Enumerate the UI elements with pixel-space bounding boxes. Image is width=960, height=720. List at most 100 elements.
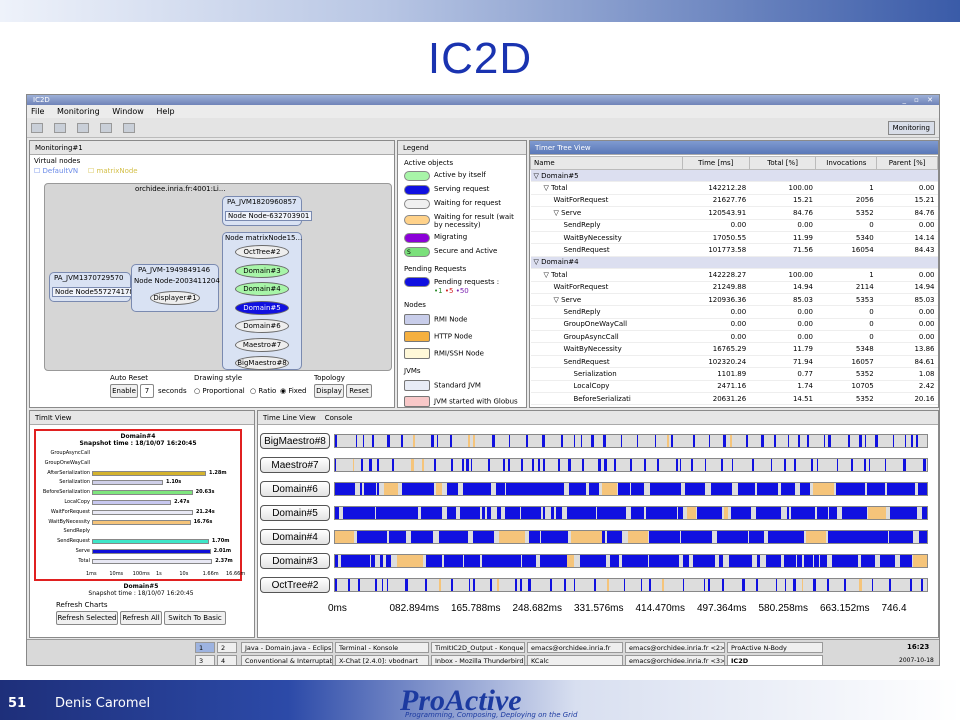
tree-toggle-icon[interactable]: ▽ [534,258,542,266]
timit-bar[interactable] [92,558,213,564]
active-object-domain-5[interactable]: Domain#5 [235,300,289,315]
toolbar-button[interactable] [100,123,113,133]
vn-defaultvn[interactable]: ☐ DefaultVN [34,167,78,175]
taskbar-item[interactable]: X-Chat [2.4.0]: vbodnart [335,655,429,665]
timit-bar[interactable] [92,490,193,496]
toolbar-button[interactable] [54,123,67,133]
timeline-track[interactable] [334,530,928,544]
vn-matrixnode[interactable]: ☐ matrixNode [88,167,138,175]
menu-monitoring[interactable]: Monitoring [57,107,100,116]
timeline-row-label[interactable]: OctTree#2 [260,577,330,593]
timeline-track[interactable] [334,458,928,472]
host-box[interactable]: orchidee.inria.fr:4001:Li... PA_JVM18209… [44,183,392,371]
table-row[interactable]: GroupAsyncCall 0.00 0.00 0 0.00 [530,330,938,344]
tab-timit[interactable]: TimIt View [30,411,254,425]
timeline-track[interactable] [334,434,928,448]
menu-window[interactable]: Window [112,107,144,116]
timit-bar[interactable] [92,480,163,486]
tree-toggle-icon[interactable]: ▽ [544,271,552,279]
timit-bar[interactable] [92,539,209,545]
desktop-3[interactable]: 3 [195,655,215,665]
active-object-octtree-2[interactable]: OctTree#2 [235,245,289,259]
tab-legend[interactable]: Legend [398,141,526,155]
toolbar-button[interactable] [31,123,43,133]
table-row[interactable]: SendRequest 102320.24 71.94 16057 84.61 [530,355,938,369]
taskbar-item[interactable]: TimItIC2D_Output - Konque [431,642,525,653]
switch-basic-button[interactable]: Switch To Basic [164,611,226,625]
taskbar-item[interactable]: ProActive N-Body [727,642,823,653]
timer-column-header[interactable]: Invocations [815,156,878,170]
proportional-radio[interactable]: ○ Proportional [194,387,245,395]
table-row[interactable]: ▽ Domain#4 [530,256,938,270]
timer-column-header[interactable]: Name [530,156,683,170]
table-row[interactable]: ▽ Total 142212.28 100.00 1 0.00 [530,181,938,195]
table-row[interactable]: ▽ Serve 120936.36 85.03 5353 85.03 [530,293,938,307]
timit-bar[interactable] [92,549,211,554]
jvm-2[interactable]: PA_JVM1370729570 Node Node557274178 [49,272,137,302]
jvm-4[interactable]: Node matrixNode15... OctTree#2 Domain#3 Do… [222,232,302,370]
tab-monitoring[interactable]: Monitoring#1 [30,141,394,155]
table-row[interactable]: WaitForRequest 21249.88 14.94 2114 14.94 [530,281,938,294]
timit-bar[interactable] [92,509,193,515]
table-row[interactable]: GroupOneWayCall 0.00 0.00 0 0.00 [530,318,938,332]
tree-toggle-icon[interactable]: ▽ [534,172,542,180]
jvm-3[interactable]: PA_JVM-1949849146 Node Node-2003411204 D… [131,264,220,312]
table-row[interactable]: WaitByNecessity 16765.29 11.79 5348 13.86 [530,342,938,356]
jvm-1[interactable]: PA_JVM1820960857 Node Node-632703901 [222,196,313,226]
timeline-track[interactable] [334,482,928,496]
active-object-displayer[interactable]: Displayer#1 [150,291,200,305]
timer-column-header[interactable]: Parent [%] [876,156,938,170]
refresh-all-button[interactable]: Refresh All [120,611,162,625]
enable-button[interactable]: Enable [110,384,138,398]
table-row[interactable]: Serialization 1101.89 0.77 5352 1.08 [530,367,938,381]
toolbar-button[interactable] [123,123,136,133]
timer-column-header[interactable]: Total [%] [748,156,817,170]
timeline-row-label[interactable]: Domain#4 [260,529,330,545]
timeline-row-label[interactable]: Domain#3 [260,553,330,569]
ratio-radio[interactable]: ○ Ratio [250,387,276,395]
tab-timeline[interactable]: Time Line View [263,414,316,422]
taskbar-item[interactable]: Conventional & Interruptabl [241,655,333,665]
seconds-input[interactable]: 7 [140,384,154,398]
taskbar-item[interactable]: Java - Domain.java - Eclips [241,642,333,653]
table-row[interactable]: ▽ Domain#5 [530,169,938,183]
table-row[interactable]: LocalCopy 2471.16 1.74 10705 2.42 [530,380,938,394]
display-button[interactable]: Display [314,384,344,398]
tab-console[interactable]: Console [325,414,353,422]
reset-button[interactable]: Reset [346,384,372,398]
tree-toggle-icon[interactable]: ▽ [554,296,562,304]
table-row[interactable]: SendReply 0.00 0.00 0 0.00 [530,219,938,232]
toolbar-button[interactable] [77,123,90,133]
tab-timer-tree[interactable]: Timer Tree View [530,141,938,155]
timit-bar[interactable] [92,519,191,525]
fixed-radio[interactable]: ◉ Fixed [280,387,306,395]
perspective-monitoring[interactable]: Monitoring [887,121,935,135]
desktop-4[interactable]: 4 [217,655,237,665]
desktop-1[interactable]: 1 [195,642,215,653]
menu-help[interactable]: Help [156,107,174,116]
timit-bar[interactable] [92,470,206,476]
taskbar-item[interactable]: emacs@orchidee.inria.fr <2> [625,642,725,653]
timeline-track[interactable] [334,578,928,592]
taskbar-item[interactable]: emacs@orchidee.inria.fr [527,642,623,653]
timeline-row-label[interactable]: BigMaestro#8 [260,433,330,449]
taskbar-item[interactable]: Terminal - Konsole [335,642,429,653]
table-row[interactable]: SendReply 0.00 0.00 0 0.00 [530,305,938,319]
timeline-row-label[interactable]: Domain#6 [260,481,330,497]
active-object-domain-4[interactable]: Domain#4 [235,282,289,296]
timer-column-header[interactable]: Time [ms] [681,156,750,170]
taskbar-item[interactable]: Inbox - Mozilla Thunderbird [431,655,525,665]
table-row[interactable]: ▽ Serve 120543.91 84.76 5352 84.76 [530,206,938,220]
active-object-domain-3[interactable]: Domain#3 [235,263,289,278]
taskbar-item[interactable]: IC2D [727,655,823,665]
table-row[interactable]: WaitForRequest 21627.76 15.21 2056 15.21 [530,194,938,208]
timeline-row-label[interactable]: Domain#5 [260,505,330,521]
timit-bar[interactable] [92,500,172,505]
active-object-domain-6[interactable]: Domain#6 [235,319,289,333]
taskbar-item[interactable]: emacs@orchidee.inria.fr <3> [625,655,725,665]
table-row[interactable]: WaitByNecessity 17050.55 11.99 5340 14.14 [530,231,938,245]
timeline-row-label[interactable]: Maestro#7 [260,457,330,473]
window-controls[interactable]: _ ▫ ✕ [902,95,936,105]
timeline-track[interactable] [334,554,928,568]
refresh-selected-button[interactable]: Refresh Selected [56,611,118,625]
